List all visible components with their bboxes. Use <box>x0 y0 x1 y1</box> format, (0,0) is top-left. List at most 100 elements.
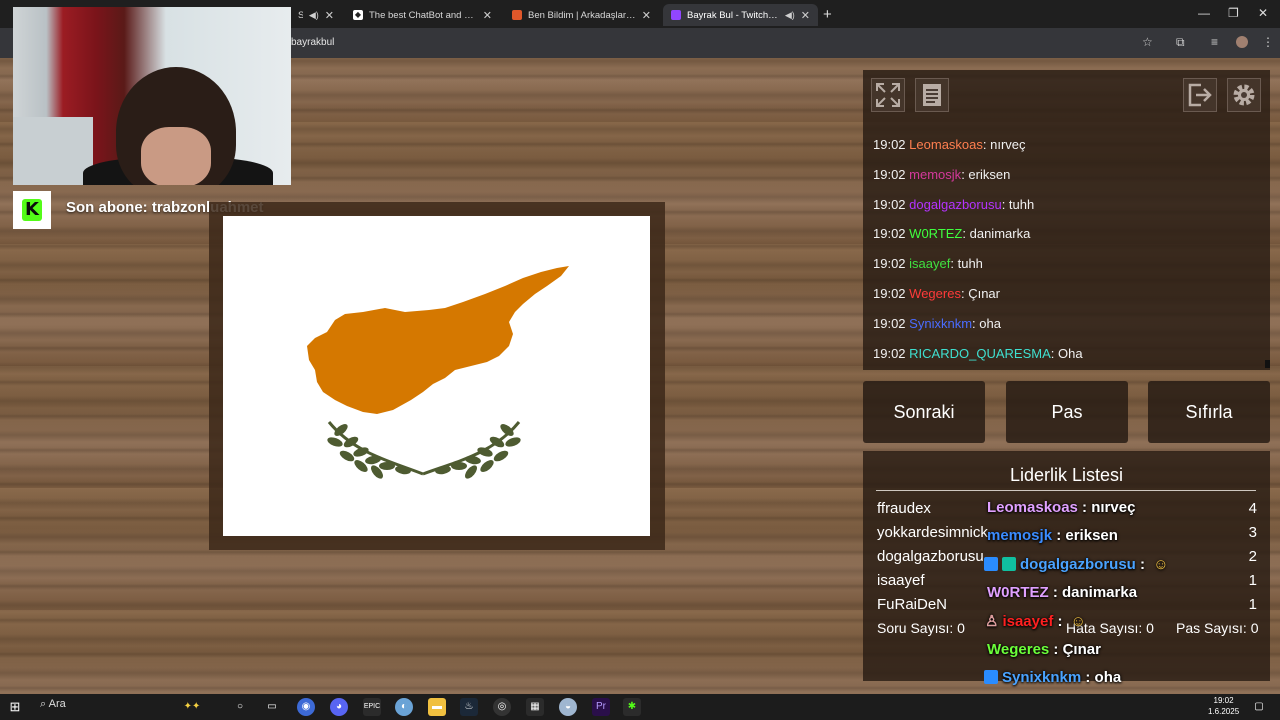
speaker-icon[interactable]: ◀) <box>309 10 319 21</box>
chat-message: 19:02 dogalgazborusu: tuhh <box>873 197 1034 212</box>
tab-1[interactable]: So ◀) ✕ <box>290 4 342 26</box>
overlay-username: Synixknkm <box>1002 668 1082 686</box>
close-tab-icon[interactable]: ✕ <box>642 9 651 22</box>
overlay-text: : nırveç <box>1077 499 1136 516</box>
minimize-icon[interactable]: — <box>1198 6 1210 20</box>
overlay-username: isaayef <box>1002 613 1054 631</box>
epic-games-icon[interactable]: EPIC <box>363 698 381 716</box>
close-tab-icon[interactable]: ✕ <box>483 9 492 22</box>
chat-time: 19:02 <box>873 137 906 152</box>
notifications-icon[interactable]: ▢ <box>1250 698 1268 716</box>
discord-icon[interactable]: ◕ <box>330 698 348 716</box>
leaderboard-name: isaayef <box>877 572 925 589</box>
tab-title: So <box>298 10 303 21</box>
leaderboard-title: Liderlik Listesi <box>1009 465 1124 485</box>
chat-message: 19:02 memosjk: eriksen <box>873 167 1010 182</box>
olive-leaf <box>339 450 355 462</box>
obs-icon[interactable]: ◎ <box>493 698 511 716</box>
chat-time: 19:02 <box>873 226 906 242</box>
leaderboard-score: 3 <box>1248 524 1257 541</box>
app-icon-3[interactable]: ✱ <box>623 698 641 716</box>
olive-leaf <box>327 437 343 447</box>
logout-button[interactable] <box>1183 78 1217 112</box>
person-badge-icon: ♙ <box>985 613 999 631</box>
taskbar-search[interactable]: ⌕ Ara <box>40 698 66 711</box>
pass-button[interactable]: Pas <box>1006 381 1128 443</box>
overlay-chat-message: Leomaskoas : nırveç <box>987 499 1135 516</box>
overlay-username: dogalgazborusu <box>1020 555 1136 573</box>
premiere-icon[interactable]: Pr <box>592 698 610 716</box>
url-text[interactable]: bayrakbul <box>291 37 334 48</box>
settings-button[interactable] <box>1227 78 1261 112</box>
chat-message: 19:02 Leomaskoas: nırveç <box>873 137 1026 152</box>
chat-username[interactable]: dogalgazborusu <box>909 197 1002 212</box>
leaderboard-name: yokkardesimnick <box>877 524 988 541</box>
chat-message: 19:02 Wegeres: Çınar <box>873 286 1000 301</box>
grid-app-icon[interactable]: ▦ <box>526 698 544 716</box>
chat-username[interactable]: Wegeres <box>909 286 961 301</box>
close-window-icon[interactable]: ✕ <box>1258 6 1268 20</box>
chat-username[interactable]: memosjk <box>909 167 961 182</box>
chat-username[interactable]: Leomaskoas <box>909 137 983 152</box>
chat-time: 19:02 <box>873 256 906 272</box>
overlay-text: : <box>1053 613 1067 631</box>
leaderboard-name: FuRaiDeN <box>877 596 948 613</box>
fullscreen-button[interactable] <box>871 78 905 112</box>
bookmark-star-icon[interactable]: ☆ <box>1142 35 1153 49</box>
tab-2[interactable]: ◆ The best ChatBot and Widgets ✕ <box>345 4 500 26</box>
media-control-icon[interactable]: ≡ <box>1211 35 1218 49</box>
chat-username[interactable]: RICARDO_QUARESMA <box>909 346 1051 361</box>
speaker-icon[interactable]: ◀) <box>785 10 795 21</box>
emoji-icon: ☺ <box>1153 555 1169 573</box>
chat-scrollbar[interactable] <box>1265 360 1270 368</box>
chat-message: 19:02 isaayef: tuhh <box>873 256 983 271</box>
chat-message: 19:02 W0RTEZ: danimarka <box>873 226 1030 241</box>
clock-time: 19:02 <box>1213 696 1234 705</box>
menu-icon[interactable]: ⋮ <box>1262 35 1274 49</box>
restore-icon[interactable]: ❐ <box>1228 6 1239 20</box>
pass-count: Pas Sayısı: 0 <box>1176 620 1259 636</box>
windows-start-icon[interactable]: ⊞ <box>6 698 24 716</box>
profile-avatar[interactable] <box>1236 36 1248 48</box>
chat-badge-icon <box>984 556 998 571</box>
chat-time: 19:02 <box>873 315 906 331</box>
new-tab-icon[interactable]: + <box>823 6 832 23</box>
close-tab-icon[interactable]: ✕ <box>801 9 810 22</box>
notes-button[interactable] <box>915 78 949 112</box>
chat-text: : tuhh <box>1001 196 1035 212</box>
chat-time: 19:02 <box>873 166 906 182</box>
chat-time: 19:02 <box>873 345 906 361</box>
task-view-icon[interactable]: ▭ <box>263 698 281 716</box>
tab-bayrak-bul[interactable]: Bayrak Bul - Twitch Stream ◀) ✕ <box>663 4 818 26</box>
reset-button[interactable]: Sıfırla <box>1148 381 1270 443</box>
tab-3[interactable]: Ben Bildim | Arkadaşlarınla Onl ✕ <box>504 4 659 26</box>
copilot-sparkle-icon[interactable]: ✦✦ <box>183 698 201 716</box>
file-explorer-icon[interactable]: ▬ <box>428 698 446 716</box>
overlay-text: : eriksen <box>1052 527 1118 545</box>
chat-time: 19:02 <box>873 286 906 301</box>
app-icon-2[interactable]: ◒ <box>559 698 577 716</box>
logout-icon <box>1188 83 1212 107</box>
cyprus-island-shape <box>307 266 569 414</box>
chat-username[interactable]: Synixknkm <box>909 316 972 331</box>
extensions-icon[interactable]: ⧉ <box>1176 35 1185 50</box>
close-tab-icon[interactable]: ✕ <box>325 9 334 22</box>
taskbar-clock[interactable]: 19:02 1.6.2025 <box>1208 695 1239 717</box>
overlay-chat-message: dogalgazborusu : ☺ <box>984 556 1169 573</box>
tab-title: The best ChatBot and Widgets <box>369 9 477 21</box>
steam-icon[interactable]: ♨ <box>460 698 478 716</box>
chat-username[interactable]: isaayef <box>909 256 950 271</box>
overlay-chat-message: Wegeres : Çınar <box>987 641 1101 658</box>
cyprus-flag-icon <box>307 266 569 479</box>
leaderboard-score: 2 <box>1248 548 1257 565</box>
overlay-chat-message: W0RTEZ : danimarka <box>987 584 1137 601</box>
olive-leaf <box>493 450 509 462</box>
chrome-icon[interactable]: ◉ <box>297 698 315 716</box>
app-icon[interactable]: ◐ <box>395 698 413 716</box>
next-button[interactable]: Sonraki <box>863 381 985 443</box>
task-circle-icon[interactable]: ○ <box>231 698 249 716</box>
chat-username[interactable]: W0RTEZ <box>909 226 962 241</box>
leaderboard-name: ffraudex <box>877 500 931 517</box>
chat-time: 19:02 <box>873 196 906 212</box>
olive-leaf <box>480 460 494 472</box>
